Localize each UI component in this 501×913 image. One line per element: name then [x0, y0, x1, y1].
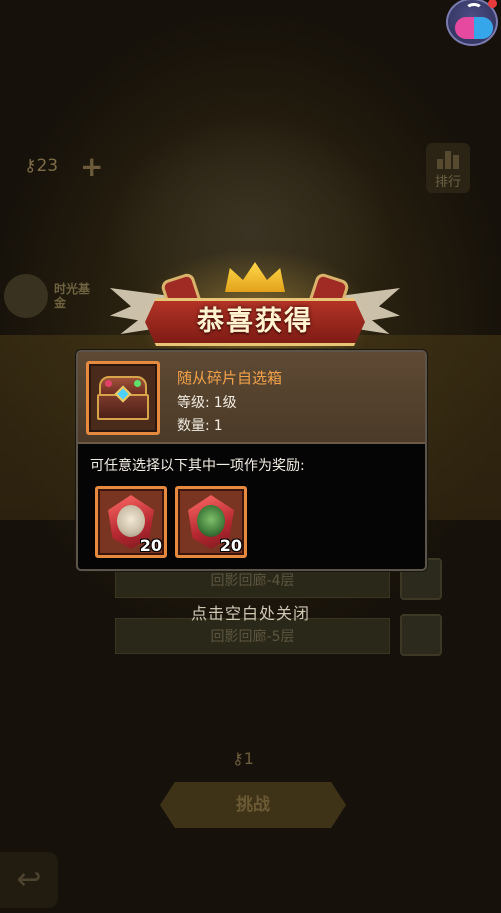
background-bottom-key-counter: ⚷1: [232, 749, 254, 768]
rank-icon: [426, 143, 470, 169]
reward-popup: 随从碎片自选箱 等级: 1级 数量: 1 可任意选择以下其中一项作为奖励: 20 2…: [76, 350, 427, 571]
background-rank-button: 排行: [426, 143, 470, 193]
treasure-chest-icon: [97, 374, 149, 422]
reward-option-2[interactable]: 20: [175, 486, 247, 558]
gamepad-icon[interactable]: [446, 0, 498, 46]
reward-item-name: 随从碎片自选箱: [177, 369, 283, 387]
green-orc-hero-shard-icon: [197, 505, 225, 537]
reward-item-level: 等级: 1级: [177, 395, 237, 411]
wifi-icon: [465, 3, 483, 17]
background-challenge-button: 挑战: [160, 782, 346, 828]
side-button-icon: [4, 274, 48, 318]
back-arrow-icon: ↩: [0, 852, 58, 908]
background-side-button: 时光基金: [0, 270, 110, 322]
reward-item-header: 随从碎片自选箱 等级: 1级 数量: 1: [78, 352, 425, 444]
reward-title: 恭喜获得: [197, 306, 313, 337]
option-quantity: 20: [139, 536, 162, 555]
reward-title-banner: 恭喜获得: [95, 248, 415, 358]
game-screen[interactable]: ⚷23 + 排行 时光基金 回影回廊-4层 回影回廊-5层 ⚷1 挑战 ↩ 恭喜…: [0, 0, 501, 913]
white-haired-hero-shard-icon: [117, 505, 145, 537]
reward-option-1[interactable]: 20: [95, 486, 167, 558]
choice-prompt: 可任意选择以下其中一项作为奖励:: [90, 458, 305, 474]
background-add-button: +: [80, 150, 104, 183]
option-quantity: 20: [219, 536, 242, 555]
background-key-counter: ⚷23: [24, 156, 59, 176]
reward-item-slot[interactable]: [86, 361, 160, 435]
close-hint[interactable]: 点击空白处关闭: [0, 600, 501, 624]
reward-item-count: 数量: 1: [177, 418, 223, 434]
